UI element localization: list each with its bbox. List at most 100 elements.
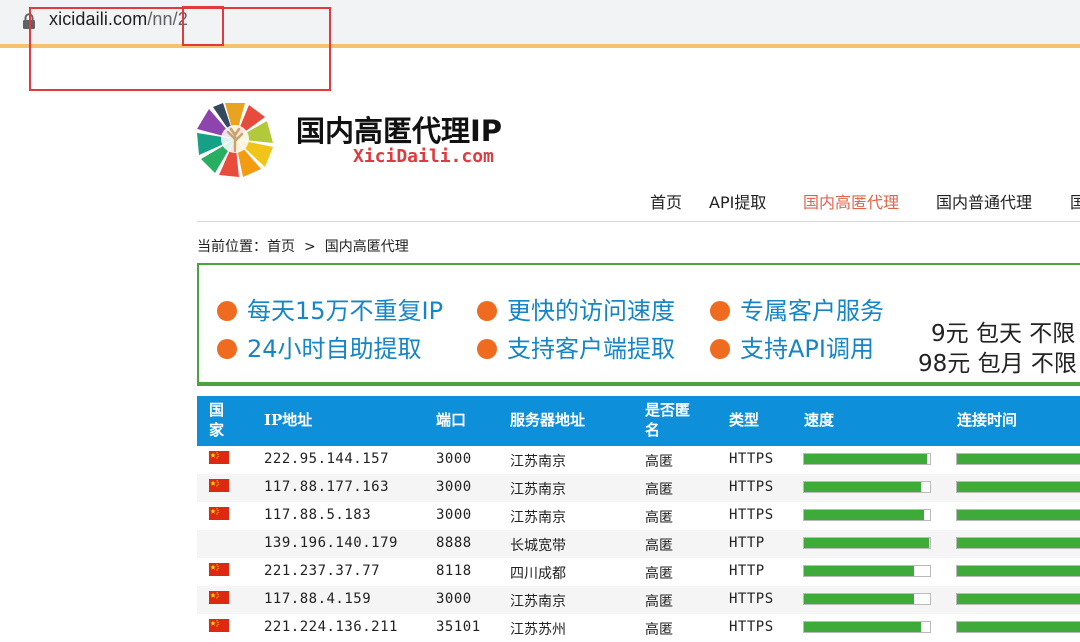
cell-type: HTTPS [729,507,774,523]
banner-feature: 支持客户端提取 [477,329,675,364]
cell-type: HTTPS [729,591,774,607]
nav-item-api[interactable]: API提取 [709,189,766,213]
china-flag-icon [209,591,229,604]
bullet-dot-icon [710,301,730,321]
connect-time-bar [956,509,1080,521]
col-header-type[interactable]: 类型 [729,410,759,430]
cell-ip: 139.196.140.179 [264,535,398,551]
connect-time-bar-fill [957,622,1080,632]
speed-bar [803,453,931,465]
cell-anonymity: 高匿 [645,454,673,470]
connect-time-bar-fill [957,510,1080,520]
china-flag-icon [209,451,229,464]
speed-bar [803,481,931,493]
cell-ip: 117.88.177.163 [264,479,390,495]
speed-bar-fill [804,454,928,464]
cell-location: 江苏苏州 [510,622,566,638]
breadcrumb-current: 国内高匿代理 [324,239,409,255]
banner-feature: 每天15万不重复IP [217,291,443,326]
connect-time-bar-fill [957,482,1080,492]
cell-port: 8888 [436,535,472,551]
connect-time-bar [956,593,1080,605]
breadcrumb-home-link[interactable]: 首页 [267,239,295,255]
cell-type: HTTPS [729,451,774,467]
speed-bar-fill [804,482,922,492]
cell-port: 3000 [436,451,472,467]
cell-location: 江苏南京 [510,510,566,526]
speed-bar-fill [804,566,914,576]
banner-feature: 支持API调用 [710,329,874,364]
col-header-port[interactable]: 端口 [436,410,466,430]
col-header-connect-time[interactable]: 连接时间 [957,410,1017,430]
cell-location: 四川成都 [510,566,566,582]
cell-anonymity: 高匿 [645,594,673,610]
cell-port: 35101 [436,619,481,635]
site-title[interactable]: 国内高匿代理IP [296,108,502,150]
cell-ip: 117.88.5.183 [264,507,372,523]
table-row: 139.196.140.179 8888 长城宽带 高匿 HTTP [197,530,1080,558]
cell-port: 8118 [436,563,472,579]
cell-location: 长城宽带 [510,538,566,554]
china-flag-icon [209,507,229,520]
connect-time-bar-fill [957,594,1080,604]
speed-bar-fill [804,622,922,632]
table-row: 117.88.177.163 3000 江苏南京 高匿 HTTPS [197,474,1080,502]
bullet-dot-icon [477,339,497,359]
cell-port: 3000 [436,479,472,495]
table-row: 221.224.136.211 35101 江苏苏州 高匿 HTTPS [197,614,1080,642]
speed-bar [803,537,931,549]
nav-item-more[interactable]: 国 [1070,189,1080,213]
banner-feature: 专属客户服务 [710,291,884,326]
table-row: 222.95.144.157 3000 江苏南京 高匿 HTTPS [197,446,1080,474]
col-header-location[interactable]: 服务器地址 [510,410,585,430]
speed-bar [803,593,931,605]
cell-anonymity: 高匿 [645,482,673,498]
bullet-dot-icon [217,339,237,359]
table-row: 117.88.4.159 3000 江苏南京 高匿 HTTPS [197,586,1080,614]
connect-time-bar [956,481,1080,493]
breadcrumb-separator: > [304,239,316,255]
cell-type: HTTP [729,535,765,551]
speed-bar [803,509,931,521]
speed-bar-fill [804,594,914,604]
speed-bar-fill [804,510,924,520]
col-header-anonymity[interactable]: 是否匿名 [645,400,690,440]
speed-bar-fill [804,538,929,548]
cell-ip: 117.88.4.159 [264,591,372,607]
cell-location: 江苏南京 [510,482,566,498]
cell-anonymity: 高匿 [645,510,673,526]
banner-price-monthly: 98元 包月 不限 [918,351,1077,377]
col-header-ip[interactable]: IP地址 [264,410,312,430]
speed-bar [803,621,931,633]
cell-anonymity: 高匿 [645,622,673,638]
banner-price-daily: 9元 包天 不限 [931,321,1076,347]
cell-anonymity: 高匿 [645,566,673,582]
breadcrumb: 当前位置：首页 > 国内高匿代理 [197,236,409,256]
connect-time-bar [956,565,1080,577]
nav-item-domestic-normal[interactable]: 国内普通代理 [936,189,1032,213]
banner-feature: 24小时自助提取 [217,329,422,364]
annotation-box-page-number [182,6,224,46]
nav-divider [197,221,1080,222]
cell-ip: 221.237.37.77 [264,563,381,579]
connect-time-bar [956,621,1080,633]
cell-location: 江苏南京 [510,454,566,470]
table-row: 221.237.37.77 8118 四川成都 高匿 HTTP [197,558,1080,586]
nav-item-domestic-high-anon[interactable]: 国内高匿代理 [803,189,899,213]
col-header-speed[interactable]: 速度 [804,410,834,430]
cell-anonymity: 高匿 [645,538,673,554]
connect-time-bar [956,453,1080,465]
breadcrumb-prefix: 当前位置： [197,239,267,255]
site-logo-icon[interactable] [196,100,274,178]
cell-type: HTTPS [729,479,774,495]
bullet-dot-icon [710,339,730,359]
bullet-dot-icon [477,301,497,321]
china-flag-icon [209,619,229,632]
nav-item-home[interactable]: 首页 [650,189,682,213]
table-row: 117.88.5.183 3000 江苏南京 高匿 HTTPS [197,502,1080,530]
cell-type: HTTP [729,563,765,579]
proxy-table-header: 国家 IP地址 端口 服务器地址 是否匿名 类型 速度 连接时间 [197,396,1080,446]
promo-banner[interactable]: 每天15万不重复IP 更快的访问速度 专属客户服务 24小时自助提取 支持客户端… [197,263,1080,386]
col-header-country: 国家 [209,401,225,439]
banner-feature: 更快的访问速度 [477,291,675,326]
